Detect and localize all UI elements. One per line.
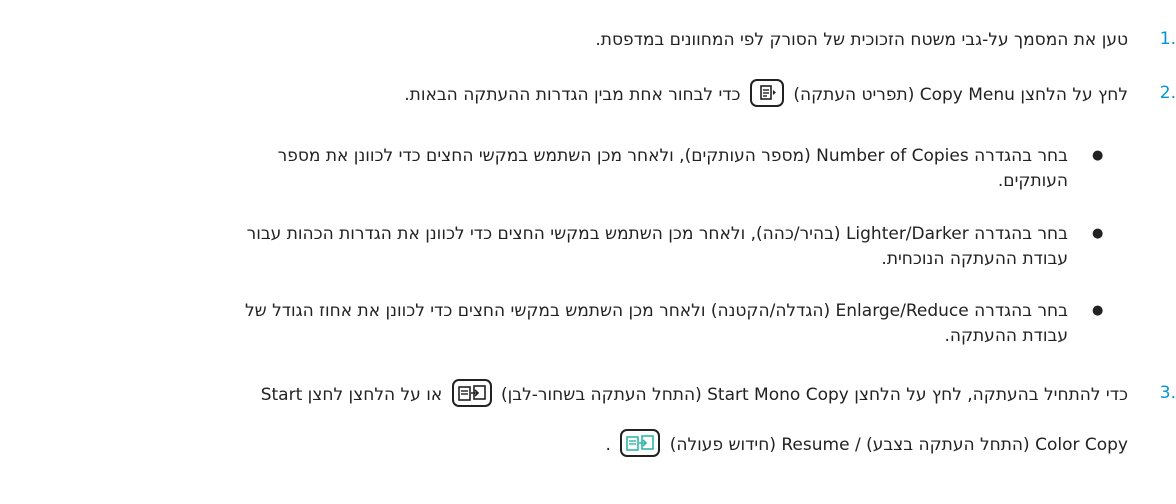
step-number: 3. <box>1159 383 1176 403</box>
bullet-text-line2: עבודת ההעתקה הנוכחית. <box>881 249 1068 269</box>
step-text: טען את המסמך על-גבי משטח הזכוכית של הסור… <box>595 30 1128 50</box>
step-text-line2: Color Copy (התחל העתקה בצבע) / Resume (ח… <box>605 429 1128 459</box>
bullet-text-line2: העותקים. <box>997 171 1068 191</box>
bullet-symbol: ● <box>1092 148 1104 163</box>
bullet-text-line2: עבודת ההעתקה. <box>944 326 1068 346</box>
bullet-symbol: ● <box>1092 303 1104 318</box>
copy-menu-icon <box>749 79 784 107</box>
step-number: 1. <box>1159 29 1176 49</box>
step-text-before: כדי להתחיל בהעתקה, לחץ על הלחצן Start Mo… <box>501 385 1128 405</box>
bullet-text-line1: בחר בהגדרה Number of Copies (מספר העותקי… <box>277 146 1068 166</box>
start-mono-copy-icon <box>451 379 492 407</box>
bullet-text-line1: בחר בהגדרה Lighter/Darker (בהיר/כהה), ול… <box>246 224 1068 244</box>
bullet-symbol: ● <box>1092 226 1104 241</box>
step-text-before: Color Copy (התחל העתקה בצבע) / Resume (ח… <box>669 435 1128 455</box>
document-page: 1. טען את המסמך על-גבי משטח הזכוכית של ה… <box>0 0 1176 504</box>
step-text-line: לחץ על הלחצן Copy Menu (תפריט העתקה) כדי… <box>404 79 1128 109</box>
bullet-text-line1: בחר בהגדרה Enlarge/Reduce (הגדלה/הקטנה) … <box>244 301 1068 321</box>
step-number: 2. <box>1159 83 1176 103</box>
start-color-copy-icon <box>620 429 661 457</box>
step-text-before: לחץ על הלחצן Copy Menu (תפריט העתקה) <box>793 85 1128 105</box>
step-text-after: כדי לבחור אחת מבין הגדרות ההעתקה הבאות. <box>404 85 741 105</box>
step-text-after: . <box>605 435 611 455</box>
step-text-after: או על הלחצן לחצן Start <box>260 385 443 405</box>
step-text-line1: כדי להתחיל בהעתקה, לחץ על הלחצן Start Mo… <box>260 379 1128 409</box>
